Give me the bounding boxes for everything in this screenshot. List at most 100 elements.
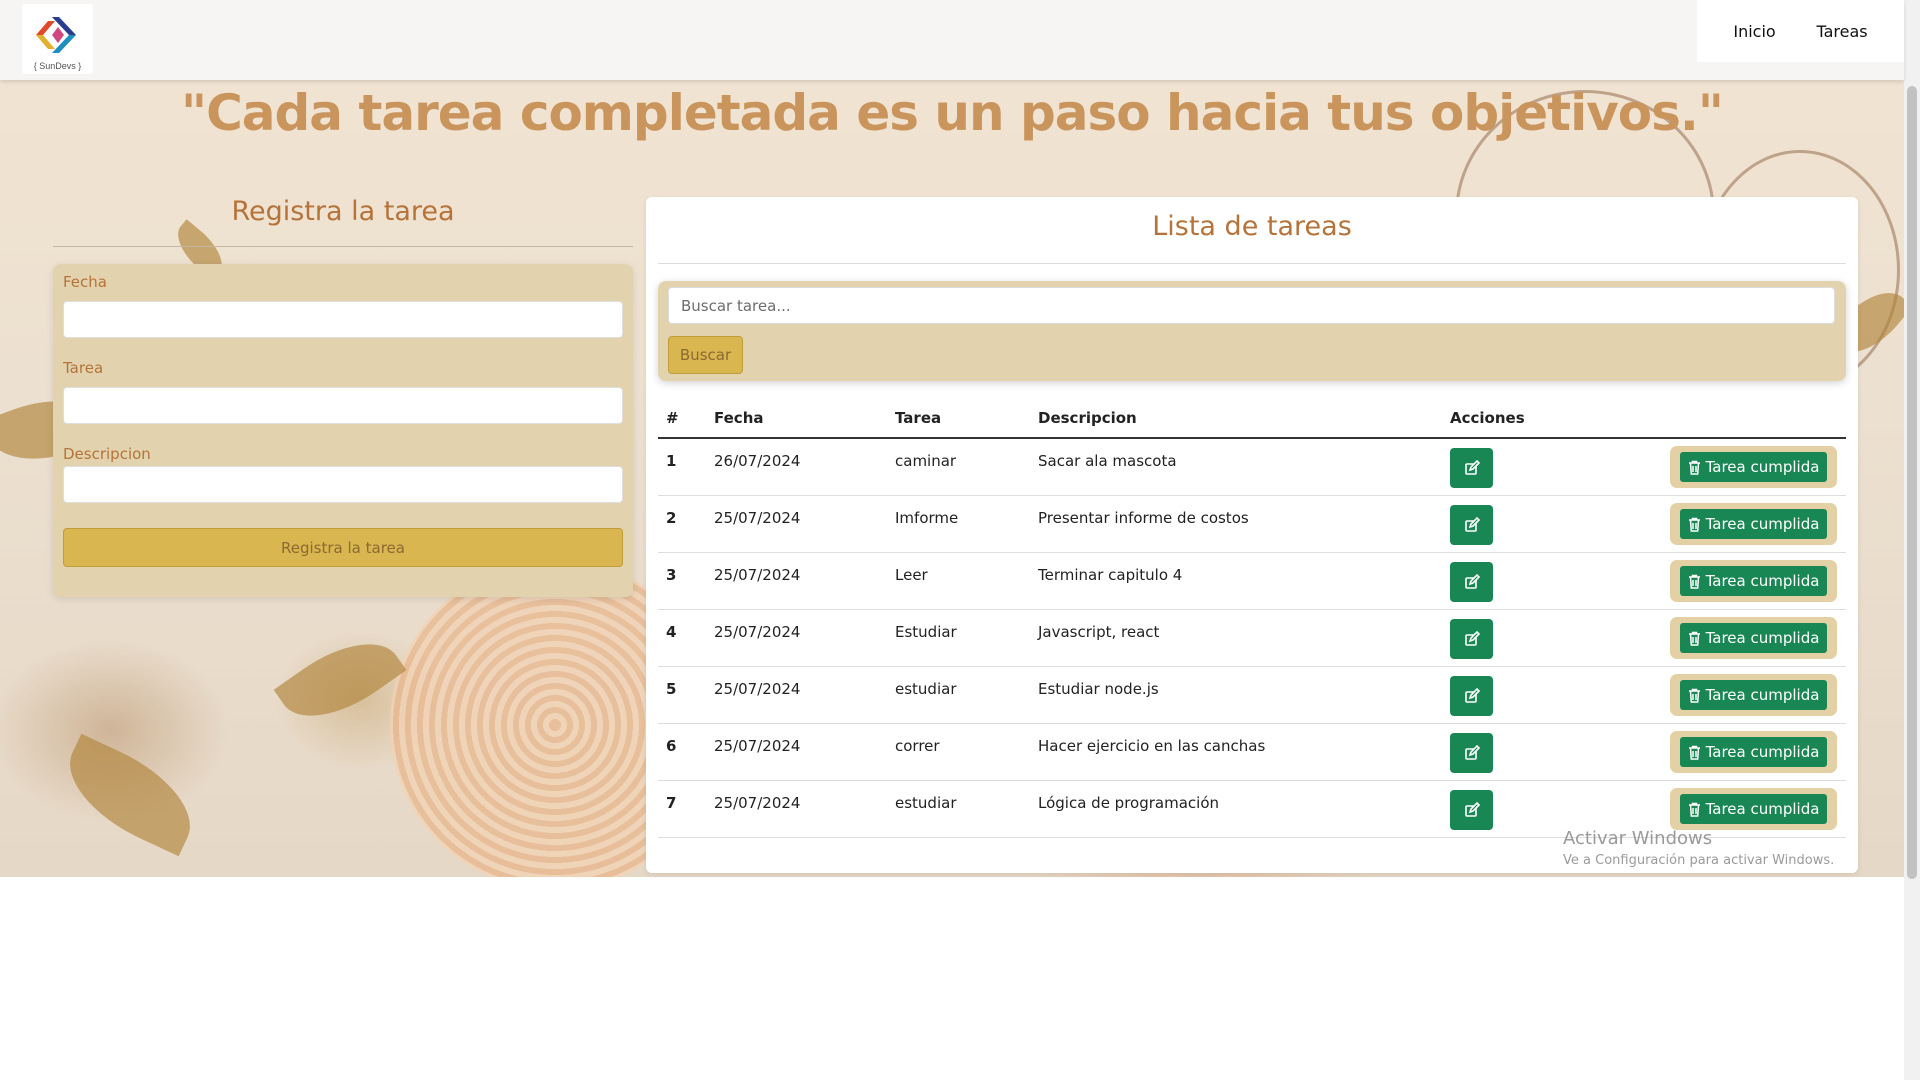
edit-task-button[interactable] bbox=[1450, 505, 1493, 545]
logo-chevrons-icon bbox=[35, 17, 76, 53]
table-row: 5 25/07/2024 estudiar Estudiar node.js Tarea… bbox=[658, 667, 1846, 724]
row-number: 2 bbox=[666, 509, 677, 527]
task-done-button[interactable]: Tarea cumplida bbox=[1680, 794, 1827, 824]
sundevs-logo[interactable]: { SunDevs } bbox=[22, 4, 93, 74]
top-navbar: { SunDevs } Inicio Tareas bbox=[0, 0, 1904, 80]
form-title: Registra la tarea bbox=[231, 196, 455, 227]
table-row: 1 26/07/2024 caminar Sacar ala mascota Tarea… bbox=[658, 439, 1846, 496]
edit-task-button[interactable] bbox=[1450, 562, 1493, 602]
edit-task-button[interactable] bbox=[1450, 733, 1493, 773]
done-button-wrapper: Tarea cumplida bbox=[1670, 674, 1837, 716]
leaf-decoration bbox=[273, 621, 407, 739]
row-date: 25/07/2024 bbox=[714, 566, 801, 584]
scrollbar-thumb[interactable] bbox=[1907, 86, 1917, 879]
description-field[interactable] bbox=[63, 466, 623, 503]
task-done-label: Tarea cumplida bbox=[1705, 572, 1820, 590]
done-button-wrapper: Tarea cumplida bbox=[1670, 731, 1837, 773]
row-number: 4 bbox=[666, 623, 677, 641]
done-button-wrapper: Tarea cumplida bbox=[1670, 446, 1837, 488]
row-number: 7 bbox=[666, 794, 677, 812]
table-row: 2 25/07/2024 Imforme Presentar informe de c… bbox=[658, 496, 1846, 553]
row-description: Sacar ala mascota bbox=[1038, 452, 1177, 470]
row-task: Leer bbox=[895, 566, 928, 584]
task-done-label: Tarea cumplida bbox=[1705, 743, 1820, 761]
column-header-number: # bbox=[666, 409, 679, 427]
logo-text: { SunDevs } bbox=[33, 61, 82, 71]
register-task-button[interactable]: Registra la tarea bbox=[63, 528, 623, 567]
trash-icon bbox=[1688, 745, 1701, 760]
edit-task-button[interactable] bbox=[1450, 619, 1493, 659]
row-date: 25/07/2024 bbox=[714, 509, 801, 527]
description-label: Descripcion bbox=[63, 445, 151, 463]
row-task: Estudiar bbox=[895, 623, 957, 641]
done-button-wrapper: Tarea cumplida bbox=[1670, 503, 1837, 545]
trash-icon bbox=[1688, 517, 1701, 532]
row-date: 25/07/2024 bbox=[714, 680, 801, 698]
list-title: Lista de tareas bbox=[1152, 211, 1352, 242]
row-number: 6 bbox=[666, 737, 677, 755]
nav-link-inicio[interactable]: Inicio bbox=[1733, 22, 1775, 41]
row-date: 25/07/2024 bbox=[714, 794, 801, 812]
task-list-panel: Lista de tareas Buscar # Fecha Tarea Des… bbox=[646, 197, 1858, 873]
nav-links: Inicio Tareas bbox=[1697, 0, 1904, 62]
edit-task-button[interactable] bbox=[1450, 448, 1493, 488]
motivational-quote: "Cada tarea completada es un paso hacia … bbox=[181, 84, 1724, 142]
row-description: Lógica de programación bbox=[1038, 794, 1220, 812]
task-done-button[interactable]: Tarea cumplida bbox=[1680, 737, 1827, 767]
divider bbox=[658, 263, 1846, 264]
edit-icon bbox=[1464, 574, 1480, 590]
row-date: 25/07/2024 bbox=[714, 737, 801, 755]
row-number: 3 bbox=[666, 566, 677, 584]
table-row: 3 25/07/2024 Leer Terminar capitulo 4 Tarea … bbox=[658, 553, 1846, 610]
vertical-scrollbar[interactable] bbox=[1904, 0, 1920, 1080]
task-done-label: Tarea cumplida bbox=[1705, 629, 1820, 647]
row-task: estudiar bbox=[895, 680, 957, 698]
trash-icon bbox=[1688, 460, 1701, 475]
edit-icon bbox=[1464, 745, 1480, 761]
task-done-button[interactable]: Tarea cumplida bbox=[1680, 623, 1827, 653]
row-date: 26/07/2024 bbox=[714, 452, 801, 470]
row-number: 5 bbox=[666, 680, 677, 698]
task-done-button[interactable]: Tarea cumplida bbox=[1680, 452, 1827, 482]
task-label: Tarea bbox=[63, 359, 104, 377]
table-row: 4 25/07/2024 Estudiar Javascript, react Tare… bbox=[658, 610, 1846, 667]
edit-task-button[interactable] bbox=[1450, 790, 1493, 830]
date-label: Fecha bbox=[63, 273, 107, 291]
date-field[interactable] bbox=[63, 301, 623, 338]
edit-task-button[interactable] bbox=[1450, 676, 1493, 716]
table-row: 6 25/07/2024 correr Hacer ejercicio en las … bbox=[658, 724, 1846, 781]
task-done-label: Tarea cumplida bbox=[1705, 458, 1820, 476]
nav-link-tareas[interactable]: Tareas bbox=[1816, 22, 1867, 41]
done-button-wrapper: Tarea cumplida bbox=[1670, 788, 1837, 830]
search-input[interactable] bbox=[668, 287, 1835, 324]
trash-icon bbox=[1688, 631, 1701, 646]
column-header-description: Descripcion bbox=[1038, 409, 1137, 427]
row-description: Estudiar node.js bbox=[1038, 680, 1159, 698]
task-field[interactable] bbox=[63, 387, 623, 424]
row-task: correr bbox=[895, 737, 940, 755]
edit-icon bbox=[1464, 517, 1480, 533]
table-body: 1 26/07/2024 caminar Sacar ala mascota Tarea… bbox=[658, 439, 1846, 838]
task-done-button[interactable]: Tarea cumplida bbox=[1680, 509, 1827, 539]
leaf-decoration bbox=[51, 733, 209, 857]
column-header-date: Fecha bbox=[714, 409, 764, 427]
watermark-subtitle: Ve a Configuración para activar Windows. bbox=[1563, 853, 1835, 868]
column-header-actions: Acciones bbox=[1450, 409, 1525, 427]
table-header: # Fecha Tarea Descripcion Acciones bbox=[658, 397, 1846, 439]
done-button-wrapper: Tarea cumplida bbox=[1670, 560, 1837, 602]
windows-activation-watermark: Activar Windows Ve a Configuración para … bbox=[1563, 828, 1834, 868]
row-task: estudiar bbox=[895, 794, 957, 812]
row-date: 25/07/2024 bbox=[714, 623, 801, 641]
row-description: Hacer ejercicio en las canchas bbox=[1038, 737, 1266, 755]
task-done-button[interactable]: Tarea cumplida bbox=[1680, 680, 1827, 710]
row-task: Imforme bbox=[895, 509, 959, 527]
trash-icon bbox=[1688, 688, 1701, 703]
row-description: Terminar capitulo 4 bbox=[1038, 566, 1183, 584]
row-task: caminar bbox=[895, 452, 957, 470]
search-panel: Buscar bbox=[658, 281, 1846, 381]
row-description: Javascript, react bbox=[1038, 623, 1160, 641]
task-table: # Fecha Tarea Descripcion Acciones 1 26/0… bbox=[658, 397, 1846, 838]
task-done-button[interactable]: Tarea cumplida bbox=[1680, 566, 1827, 596]
edit-icon bbox=[1464, 631, 1480, 647]
search-button[interactable]: Buscar bbox=[668, 336, 743, 374]
